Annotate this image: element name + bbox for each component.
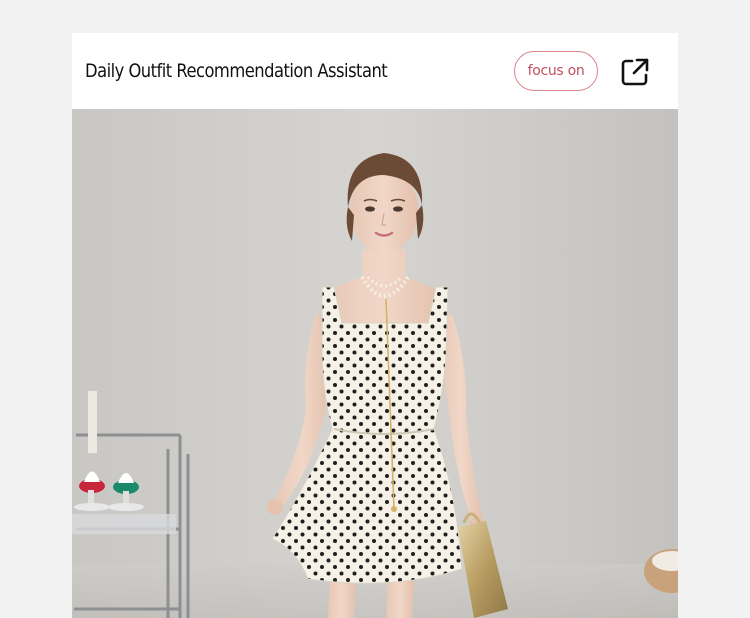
outfit-photo bbox=[72, 109, 678, 618]
card-header: Daily Outfit Recommendation Assistant fo… bbox=[72, 33, 678, 109]
page-title: Daily Outfit Recommendation Assistant bbox=[85, 60, 388, 82]
external-link-icon[interactable] bbox=[618, 55, 652, 89]
focus-on-button[interactable]: focus on bbox=[514, 51, 598, 91]
outfit-card: Daily Outfit Recommendation Assistant fo… bbox=[72, 33, 678, 618]
